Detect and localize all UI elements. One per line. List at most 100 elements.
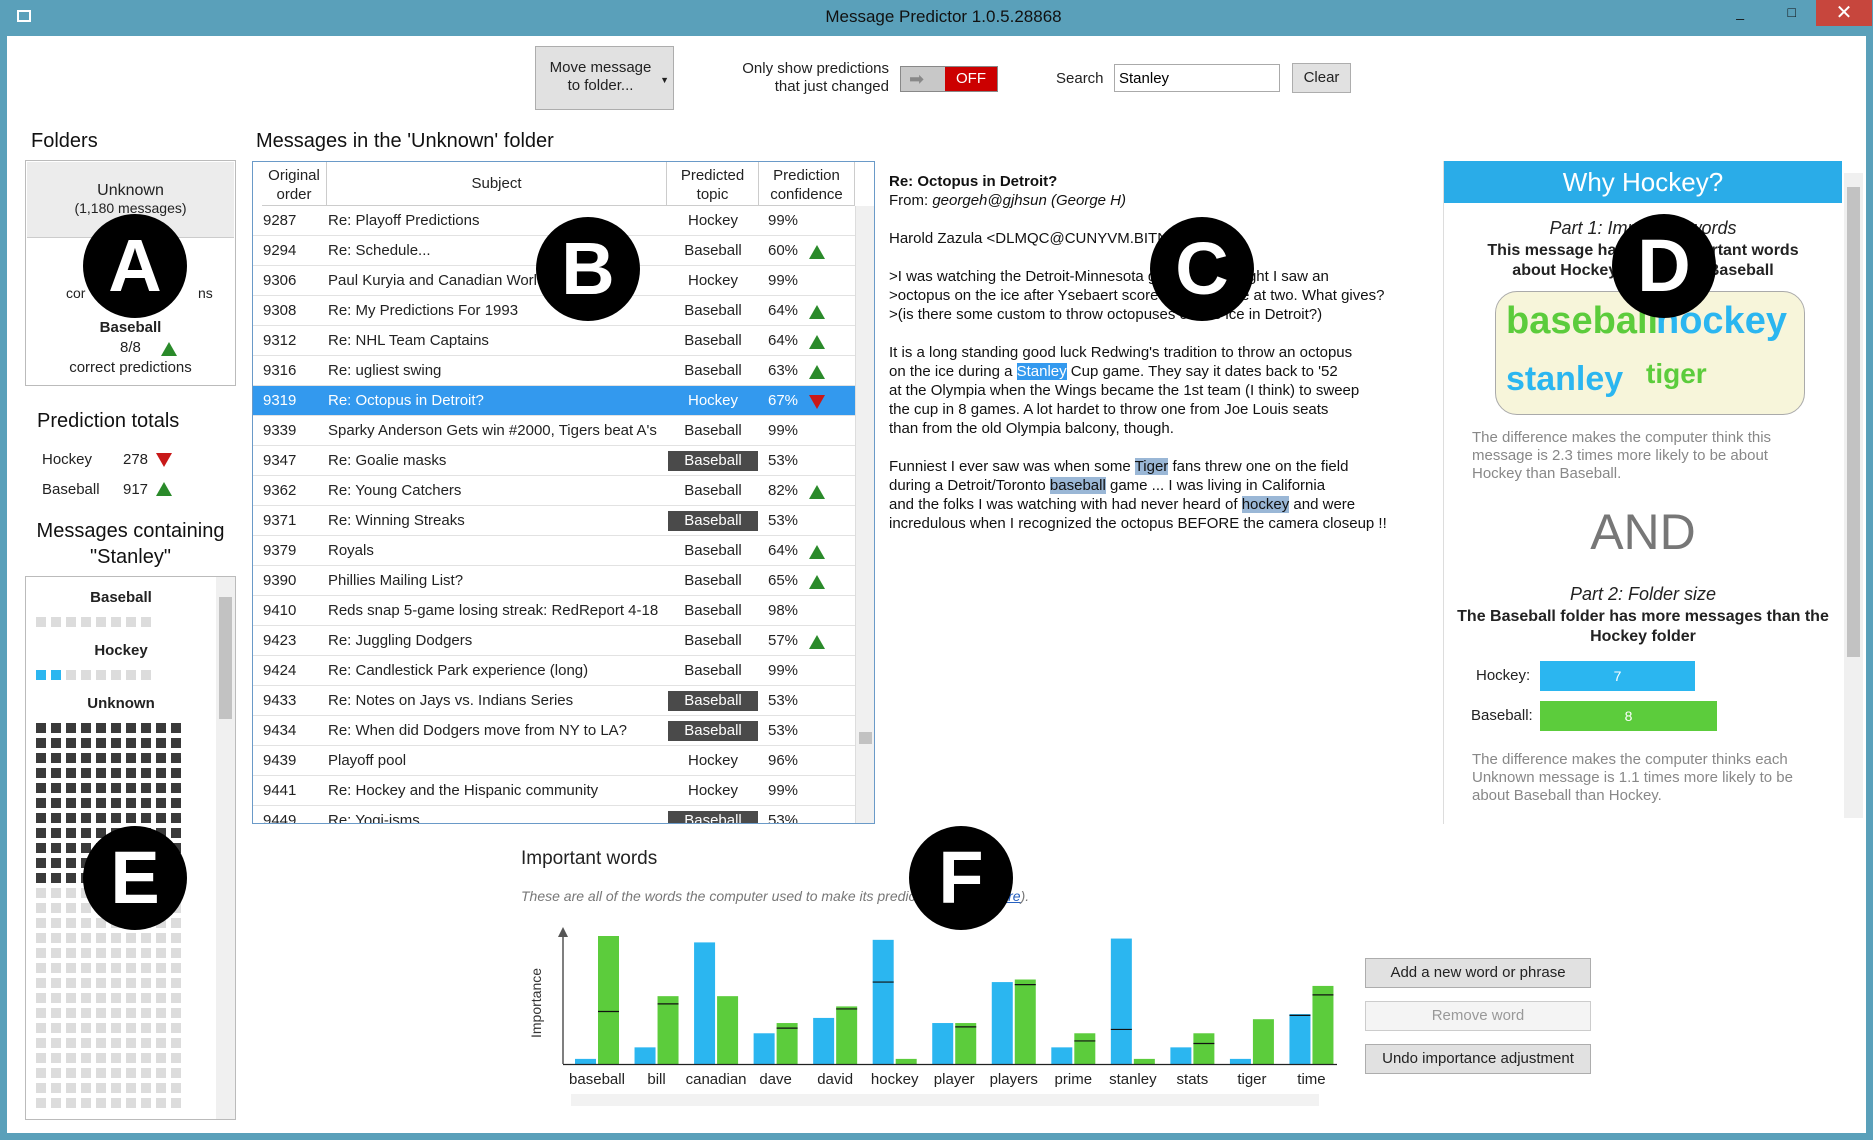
- message-square[interactable]: [36, 1083, 46, 1093]
- message-square[interactable]: [156, 978, 166, 988]
- maximize-button[interactable]: □: [1788, 4, 1796, 20]
- message-square[interactable]: [111, 1053, 121, 1063]
- message-square[interactable]: [171, 1083, 181, 1093]
- close-button[interactable]: ✕: [1816, 0, 1872, 26]
- message-square[interactable]: [36, 768, 46, 778]
- message-square[interactable]: [36, 1008, 46, 1018]
- message-square[interactable]: [66, 933, 76, 943]
- message-square[interactable]: [51, 738, 61, 748]
- folder-baseball-name[interactable]: Baseball: [26, 319, 235, 336]
- message-square[interactable]: [96, 753, 106, 763]
- message-square[interactable]: [141, 978, 151, 988]
- message-square[interactable]: [111, 1098, 121, 1108]
- why-scroll-thumb[interactable]: [1847, 187, 1860, 657]
- message-square[interactable]: [66, 828, 76, 838]
- message-square[interactable]: [111, 1038, 121, 1048]
- message-square[interactable]: [171, 1038, 181, 1048]
- message-square[interactable]: [81, 738, 91, 748]
- col-subject[interactable]: Subject: [327, 162, 667, 206]
- message-square[interactable]: [36, 723, 46, 733]
- message-square[interactable]: [111, 978, 121, 988]
- message-square[interactable]: [36, 903, 46, 913]
- message-square[interactable]: [111, 670, 121, 680]
- message-square[interactable]: [66, 1023, 76, 1033]
- message-square[interactable]: [81, 1038, 91, 1048]
- message-square[interactable]: [126, 1038, 136, 1048]
- message-square[interactable]: [111, 738, 121, 748]
- message-square[interactable]: [111, 1083, 121, 1093]
- message-square[interactable]: [36, 753, 46, 763]
- message-square[interactable]: [156, 1083, 166, 1093]
- table-row[interactable]: 9433 Re: Notes on Jays vs. Indians Series…: [253, 686, 855, 716]
- message-square[interactable]: [81, 1083, 91, 1093]
- message-square[interactable]: [36, 670, 46, 680]
- message-square[interactable]: [36, 978, 46, 988]
- message-square[interactable]: [126, 963, 136, 973]
- message-square[interactable]: [171, 918, 181, 928]
- message-square[interactable]: [66, 1008, 76, 1018]
- message-square[interactable]: [51, 948, 61, 958]
- message-square[interactable]: [81, 933, 91, 943]
- message-square[interactable]: [171, 783, 181, 793]
- message-square[interactable]: [51, 783, 61, 793]
- message-square[interactable]: [36, 813, 46, 823]
- message-square[interactable]: [126, 933, 136, 943]
- message-square[interactable]: [171, 1053, 181, 1063]
- message-square[interactable]: [126, 798, 136, 808]
- message-square[interactable]: [111, 768, 121, 778]
- message-square[interactable]: [171, 933, 181, 943]
- message-square[interactable]: [111, 753, 121, 763]
- message-square[interactable]: [81, 723, 91, 733]
- table-row[interactable]: 9312 Re: NHL Team Captains Baseball 64%: [253, 326, 855, 356]
- message-square[interactable]: [96, 798, 106, 808]
- message-square[interactable]: [51, 828, 61, 838]
- message-square[interactable]: [96, 1023, 106, 1033]
- message-square[interactable]: [36, 738, 46, 748]
- message-square[interactable]: [66, 798, 76, 808]
- message-square[interactable]: [126, 1083, 136, 1093]
- message-square[interactable]: [51, 858, 61, 868]
- message-square[interactable]: [111, 783, 121, 793]
- message-square[interactable]: [51, 768, 61, 778]
- message-square[interactable]: [141, 617, 151, 627]
- message-square[interactable]: [36, 1023, 46, 1033]
- containing-scrollbar[interactable]: [216, 577, 235, 1119]
- message-square[interactable]: [66, 858, 76, 868]
- message-square[interactable]: [111, 1068, 121, 1078]
- message-square[interactable]: [171, 798, 181, 808]
- message-square[interactable]: [66, 873, 76, 883]
- message-square[interactable]: [36, 798, 46, 808]
- message-square[interactable]: [51, 843, 61, 853]
- message-square[interactable]: [81, 1023, 91, 1033]
- message-square[interactable]: [156, 948, 166, 958]
- message-square[interactable]: [111, 948, 121, 958]
- message-square[interactable]: [156, 813, 166, 823]
- message-square[interactable]: [141, 798, 151, 808]
- message-square[interactable]: [126, 753, 136, 763]
- cloud-word-stanley[interactable]: stanley: [1506, 360, 1623, 399]
- message-square[interactable]: [66, 918, 76, 928]
- message-square[interactable]: [51, 1008, 61, 1018]
- message-square[interactable]: [81, 670, 91, 680]
- table-row[interactable]: 9316 Re: ugliest swing Baseball 63%: [253, 356, 855, 386]
- message-square[interactable]: [36, 783, 46, 793]
- message-square[interactable]: [141, 1023, 151, 1033]
- message-square[interactable]: [81, 963, 91, 973]
- containing-scroll-thumb[interactable]: [219, 597, 232, 719]
- message-square[interactable]: [126, 1053, 136, 1063]
- col-predicted-topic[interactable]: Predicted topic: [667, 162, 759, 206]
- message-square[interactable]: [81, 798, 91, 808]
- message-square[interactable]: [51, 1068, 61, 1078]
- message-square[interactable]: [111, 993, 121, 1003]
- message-square[interactable]: [141, 993, 151, 1003]
- message-square[interactable]: [36, 963, 46, 973]
- table-row[interactable]: 9362 Re: Young Catchers Baseball 82%: [253, 476, 855, 506]
- message-square[interactable]: [36, 828, 46, 838]
- table-row[interactable]: 9434 Re: When did Dodgers move from NY to…: [253, 716, 855, 746]
- message-square[interactable]: [141, 768, 151, 778]
- message-square[interactable]: [111, 1023, 121, 1033]
- message-square[interactable]: [96, 948, 106, 958]
- message-square[interactable]: [51, 1023, 61, 1033]
- message-square[interactable]: [156, 1038, 166, 1048]
- message-square[interactable]: [141, 738, 151, 748]
